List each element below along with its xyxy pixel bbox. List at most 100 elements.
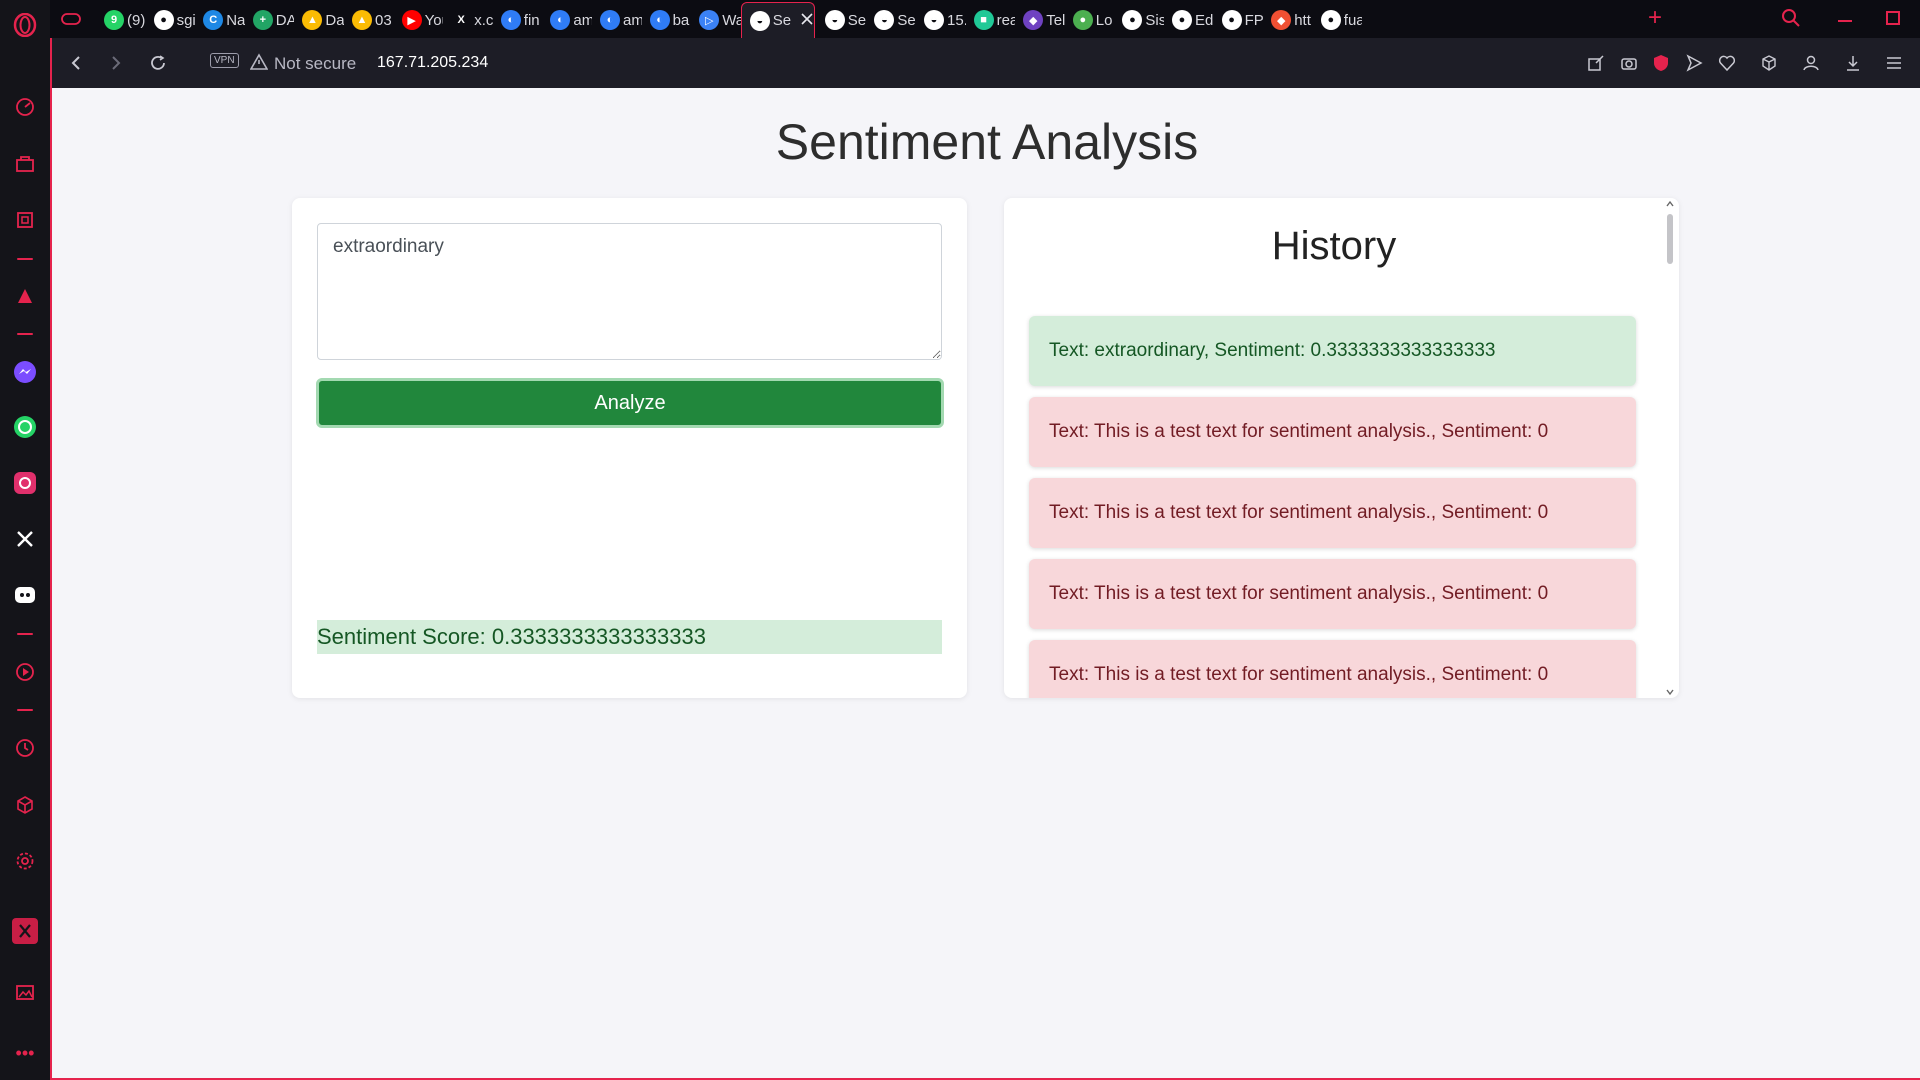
browser-tab[interactable]: ◒Ser: [817, 2, 867, 38]
shield-icon[interactable]: [1649, 51, 1673, 75]
camera-icon[interactable]: [1617, 51, 1641, 75]
tab-label: rea: [996, 11, 1016, 29]
tab-label: am: [623, 11, 642, 29]
browser-tab[interactable]: ▷ Wa: [691, 2, 741, 38]
browser-tab[interactable]: ◐ am: [592, 2, 642, 38]
back-arrow-icon[interactable]: [64, 51, 88, 75]
text-input[interactable]: [317, 223, 942, 360]
tab-favicon-icon: ▲: [352, 10, 372, 30]
chip-icon[interactable]: [12, 207, 38, 233]
shopping-bag-icon[interactable]: [12, 150, 38, 176]
vpn-badge[interactable]: VPN: [210, 53, 239, 68]
edit-share-icon[interactable]: [1584, 51, 1608, 75]
browser-tab[interactable]: ◆ Tel: [1015, 2, 1065, 38]
history-scrollbar[interactable]: [1664, 200, 1676, 696]
tab-label: fua: [1343, 11, 1363, 29]
profile-icon[interactable]: [1799, 51, 1823, 75]
history-item: Text: extraordinary, Sentiment: 0.333333…: [1029, 316, 1636, 386]
page-title: Sentiment Analysis: [775, 114, 1199, 170]
messenger-icon[interactable]: [12, 359, 38, 385]
snipping-tool-icon[interactable]: [12, 918, 38, 944]
aria-icon[interactable]: [12, 283, 38, 309]
tab-label: Ser: [847, 11, 867, 29]
history-item: Text: This is a test text for sentiment …: [1029, 397, 1636, 467]
tab-favicon-icon: ◒: [749, 10, 770, 31]
opera-logo-icon[interactable]: [12, 12, 38, 38]
settings-gear-icon[interactable]: [12, 848, 38, 874]
tab-search-icon[interactable]: [1780, 7, 1802, 34]
x-twitter-icon[interactable]: [12, 526, 38, 552]
browser-tab[interactable]: ■ rea: [966, 2, 1016, 38]
send-icon[interactable]: [1682, 51, 1706, 75]
browser-tab[interactable]: ▲ 03: [344, 2, 394, 38]
web-page: Sentiment Analysis Analyze Sentiment Sco…: [50, 88, 1920, 1080]
history-clock-icon[interactable]: [12, 735, 38, 761]
speed-dial-icon[interactable]: [12, 94, 38, 120]
browser-tab[interactable]: ◒Ser: [866, 2, 916, 38]
browser-tab[interactable]: ▲ Da: [294, 2, 344, 38]
discord-icon[interactable]: [12, 582, 38, 608]
sentiment-score: Sentiment Score: 0.3333333333333333: [317, 620, 942, 654]
instagram-icon[interactable]: [12, 470, 38, 496]
restore-icon[interactable]: [1886, 11, 1900, 25]
extensions-cube-icon[interactable]: [1757, 51, 1781, 75]
more-icon[interactable]: •••: [12, 1040, 38, 1066]
tab-favicon-icon: ◒: [824, 10, 845, 30]
whatsapp-icon[interactable]: [12, 414, 38, 440]
tab-favicon-icon: ●: [1320, 10, 1341, 30]
browser-tab[interactable]: ◆ htt: [1263, 2, 1313, 38]
browser-sidebar: •••: [0, 0, 50, 1080]
gamepad-icon[interactable]: [60, 9, 82, 34]
browser-tab[interactable]: ◐ am: [542, 2, 592, 38]
tab-favicon-icon: ◐: [500, 10, 521, 30]
tab-label: Da: [325, 11, 344, 29]
browser-tab[interactable]: ● Sis: [1114, 2, 1164, 38]
tab-label: Edi: [1195, 11, 1214, 29]
reload-icon[interactable]: [146, 51, 170, 75]
new-tab-plus-icon[interactable]: +: [1648, 4, 1662, 32]
browser-tab[interactable]: ◐ fin: [493, 2, 543, 38]
history-card[interactable]: History Text: extraordinary, Sentiment: …: [1004, 198, 1679, 698]
minimize-icon[interactable]: [1838, 20, 1852, 22]
tab-favicon-icon: X: [451, 10, 472, 30]
security-status[interactable]: Not secure: [274, 54, 356, 74]
tab-favicon-icon: ◒: [924, 10, 944, 30]
browser-tab[interactable]: C Na: [195, 2, 245, 38]
scroll-down-icon: [1666, 689, 1674, 696]
tab-close-icon[interactable]: [801, 12, 813, 30]
warning-triangle-icon[interactable]: [249, 53, 269, 76]
player-icon[interactable]: [12, 659, 38, 685]
scroll-thumb[interactable]: [1667, 214, 1673, 264]
tab-label: 03: [375, 11, 392, 29]
heart-icon[interactable]: [1715, 51, 1739, 75]
url-field[interactable]: 167.71.205.234: [377, 54, 488, 72]
tab-favicon-icon: ●: [1072, 10, 1093, 30]
tab-favicon-icon: ■: [973, 10, 994, 30]
browser-tab[interactable]: ● Lo: [1065, 2, 1115, 38]
easy-setup-icon[interactable]: [1882, 51, 1906, 75]
browser-tab[interactable]: ● sgi: [146, 2, 195, 38]
tab-favicon-icon: ◆: [1271, 10, 1292, 30]
browser-tab[interactable]: ▶You: [394, 2, 443, 38]
browser-tab[interactable]: ◒ Se: [740, 2, 815, 38]
tab-favicon-icon: ●: [1221, 10, 1242, 30]
cube-icon[interactable]: [12, 792, 38, 818]
browser-tab[interactable]: 9 (9): [96, 2, 146, 38]
browser-tab[interactable]: ●FP.: [1214, 2, 1263, 38]
tab-favicon-icon: ●: [1122, 10, 1143, 30]
browser-tab[interactable]: + DA: [245, 2, 294, 38]
browser-tab[interactable]: ● fua: [1313, 2, 1363, 38]
download-icon[interactable]: [1841, 51, 1865, 75]
browser-tab[interactable]: Xx.c: [443, 2, 493, 38]
browser-tab[interactable]: ●Edi: [1164, 2, 1214, 38]
tab-favicon-icon: ▲: [302, 10, 323, 30]
tab-label: Na: [226, 11, 245, 29]
tab-label: fin: [523, 11, 540, 29]
history-item: Text: This is a test text for sentiment …: [1029, 478, 1636, 548]
gallery-icon[interactable]: [12, 979, 38, 1005]
forward-arrow-icon[interactable]: [104, 51, 128, 75]
browser-tab[interactable]: ◐ ba: [642, 2, 692, 38]
browser-tab[interactable]: ◒15.: [916, 2, 966, 38]
analyze-button[interactable]: Analyze: [316, 378, 944, 428]
tab-label: Tel: [1046, 11, 1065, 29]
